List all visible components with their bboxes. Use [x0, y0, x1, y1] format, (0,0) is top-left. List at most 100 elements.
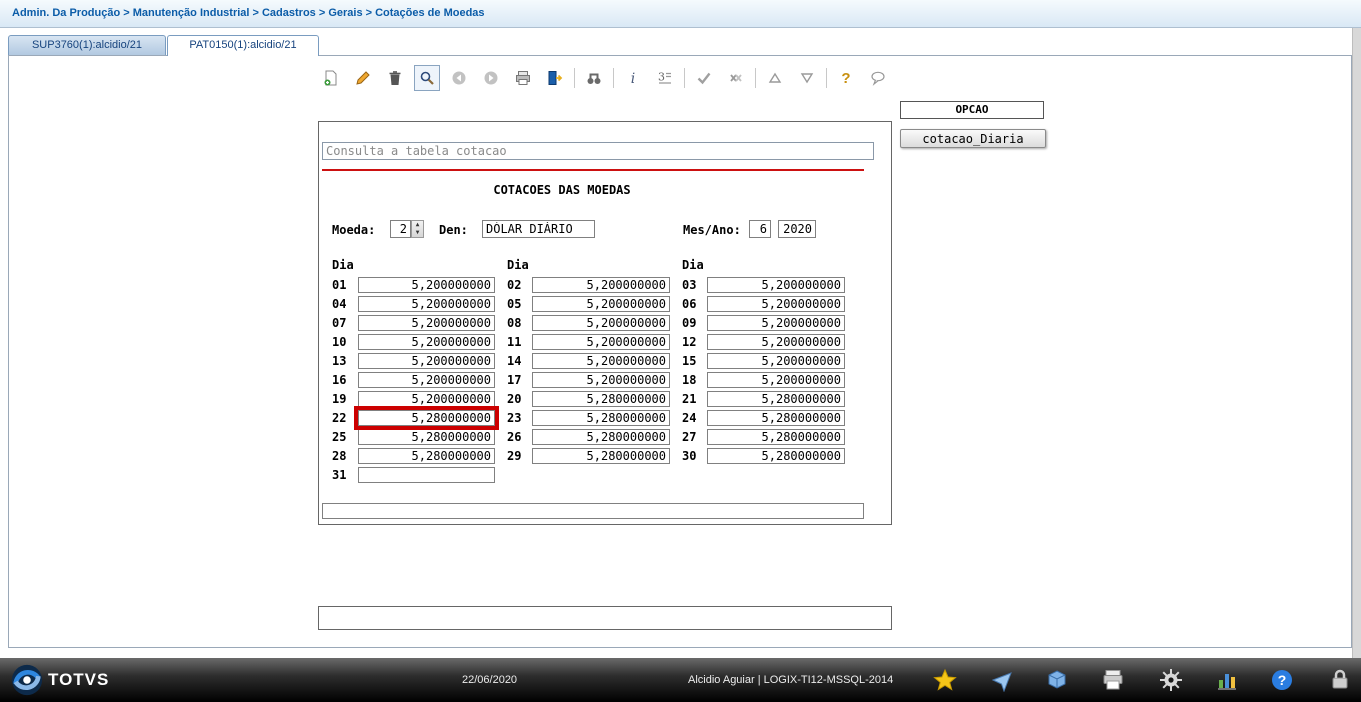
search-icon — [420, 71, 434, 85]
day-value-11[interactable] — [532, 333, 670, 350]
day-value-31[interactable] — [358, 466, 495, 483]
tab-sup3760[interactable]: SUP3760(1):alcidio/21 — [8, 35, 166, 55]
day-value-18[interactable] — [707, 371, 845, 388]
day-value-21[interactable] — [707, 390, 845, 407]
main-panel: i 3 ? Consulta a tabela cotacao COTACOES… — [8, 55, 1352, 648]
new-record-button[interactable] — [318, 65, 344, 91]
day-value-29[interactable] — [532, 447, 670, 464]
day-value-07[interactable] — [358, 314, 495, 331]
day-value-17[interactable] — [532, 371, 670, 388]
info-button[interactable]: i — [620, 65, 646, 91]
record-number-button[interactable]: 3 — [652, 65, 678, 91]
shortcut-icon[interactable] — [988, 666, 1016, 694]
scrollbar-strip[interactable] — [1352, 28, 1361, 658]
day-value-20[interactable] — [532, 390, 670, 407]
day-label-30: 30 — [682, 448, 697, 463]
day-value-22[interactable] — [354, 405, 499, 430]
day-label-24: 24 — [682, 410, 697, 425]
svg-text:?: ? — [1278, 672, 1287, 688]
cotacao-diaria-button[interactable]: cotacao_Diaria — [900, 129, 1046, 148]
info-icon: i — [631, 71, 635, 86]
next-record-button[interactable] — [478, 65, 504, 91]
exit-button[interactable] — [542, 65, 568, 91]
move-up-button[interactable] — [762, 65, 788, 91]
day-value-27[interactable] — [707, 428, 845, 445]
day-label-06: 06 — [682, 296, 697, 311]
breadcrumb: Admin. Da Produção > Manutenção Industri… — [12, 7, 485, 19]
edit-record-button[interactable] — [350, 65, 376, 91]
day-value-30[interactable] — [707, 447, 845, 464]
day-value-24[interactable] — [707, 409, 845, 426]
triangle-up-icon — [768, 72, 782, 83]
toolbar-separator — [574, 68, 575, 88]
day-label-11: 11 — [507, 334, 522, 349]
day-value-06[interactable] — [707, 295, 845, 312]
ano-input[interactable] — [778, 220, 816, 238]
day-value-28[interactable] — [358, 447, 495, 464]
day-value-10[interactable] — [358, 333, 495, 350]
move-down-button[interactable] — [794, 65, 820, 91]
exit-door-icon — [548, 71, 563, 85]
day-label-03: 03 — [682, 277, 697, 292]
day-label-27: 27 — [682, 429, 697, 444]
day-value-04[interactable] — [358, 295, 495, 312]
tab-pat0150[interactable]: PAT0150(1):alcidio/21 — [167, 35, 319, 56]
day-value-03[interactable] — [707, 276, 845, 293]
mes-input[interactable] — [749, 220, 771, 238]
delete-record-button[interactable] — [382, 65, 408, 91]
previous-record-button[interactable] — [446, 65, 472, 91]
next-arrow-icon — [484, 71, 498, 85]
divider-line — [322, 169, 864, 171]
toolbar: i 3 ? — [318, 62, 891, 94]
record-number-icon: 3 — [658, 71, 671, 84]
help-icon[interactable]: ? — [1268, 666, 1296, 694]
check-icon — [697, 72, 711, 85]
day-label-28: 28 — [332, 448, 347, 463]
confirm-button[interactable] — [691, 65, 717, 91]
query-input[interactable] — [322, 142, 874, 160]
day-label-04: 04 — [332, 296, 347, 311]
apps-cube-icon[interactable] — [1043, 666, 1071, 694]
previous-arrow-icon — [452, 71, 466, 85]
search-button[interactable] — [414, 65, 440, 91]
message-line-input[interactable] — [322, 503, 864, 519]
binoculars-icon — [587, 73, 601, 84]
chart-icon[interactable] — [1213, 666, 1241, 694]
day-label-18: 18 — [682, 372, 697, 387]
day-value-05[interactable] — [532, 295, 670, 312]
day-value-26[interactable] — [532, 428, 670, 445]
day-value-02[interactable] — [532, 276, 670, 293]
toolbar-separator — [826, 68, 827, 88]
day-value-19[interactable] — [358, 390, 495, 407]
moeda-spinner[interactable]: ▲ ▼ — [411, 220, 424, 238]
day-value-01[interactable] — [358, 276, 495, 293]
cotacoes-form: COTACOES DAS MOEDAS Moeda: ▲▼ Den: Mes/A… — [318, 121, 892, 525]
favorites-star-icon[interactable] — [931, 666, 959, 694]
lock-icon[interactable] — [1326, 666, 1354, 694]
day-value-12[interactable] — [707, 333, 845, 350]
day-value-08[interactable] — [532, 314, 670, 331]
day-label-21: 21 — [682, 391, 697, 406]
cancel-button[interactable] — [723, 65, 749, 91]
moeda-input[interactable] — [390, 220, 411, 238]
toolbar-separator — [755, 68, 756, 88]
settings-gear-icon[interactable] — [1157, 666, 1185, 694]
day-value-14[interactable] — [532, 352, 670, 369]
den-input[interactable] — [482, 220, 595, 238]
print-button[interactable] — [510, 65, 536, 91]
comment-button[interactable] — [865, 65, 891, 91]
status-user: Alcidio Aguiar | LOGIX-TI12-MSSQL-2014 — [688, 674, 894, 686]
day-value-23[interactable] — [532, 409, 670, 426]
help-icon: ? — [841, 70, 850, 86]
day-value-15[interactable] — [707, 352, 845, 369]
day-label-26: 26 — [507, 429, 522, 444]
day-value-16[interactable] — [358, 371, 495, 388]
day-value-25[interactable] — [358, 428, 495, 445]
help-button[interactable]: ? — [833, 65, 859, 91]
find-detail-button[interactable] — [581, 65, 607, 91]
day-value-09[interactable] — [707, 314, 845, 331]
day-value-13[interactable] — [358, 352, 495, 369]
print-icon[interactable] — [1099, 666, 1127, 694]
opcao-header: OPCAO — [900, 101, 1044, 119]
den-label: Den: — [439, 223, 468, 237]
